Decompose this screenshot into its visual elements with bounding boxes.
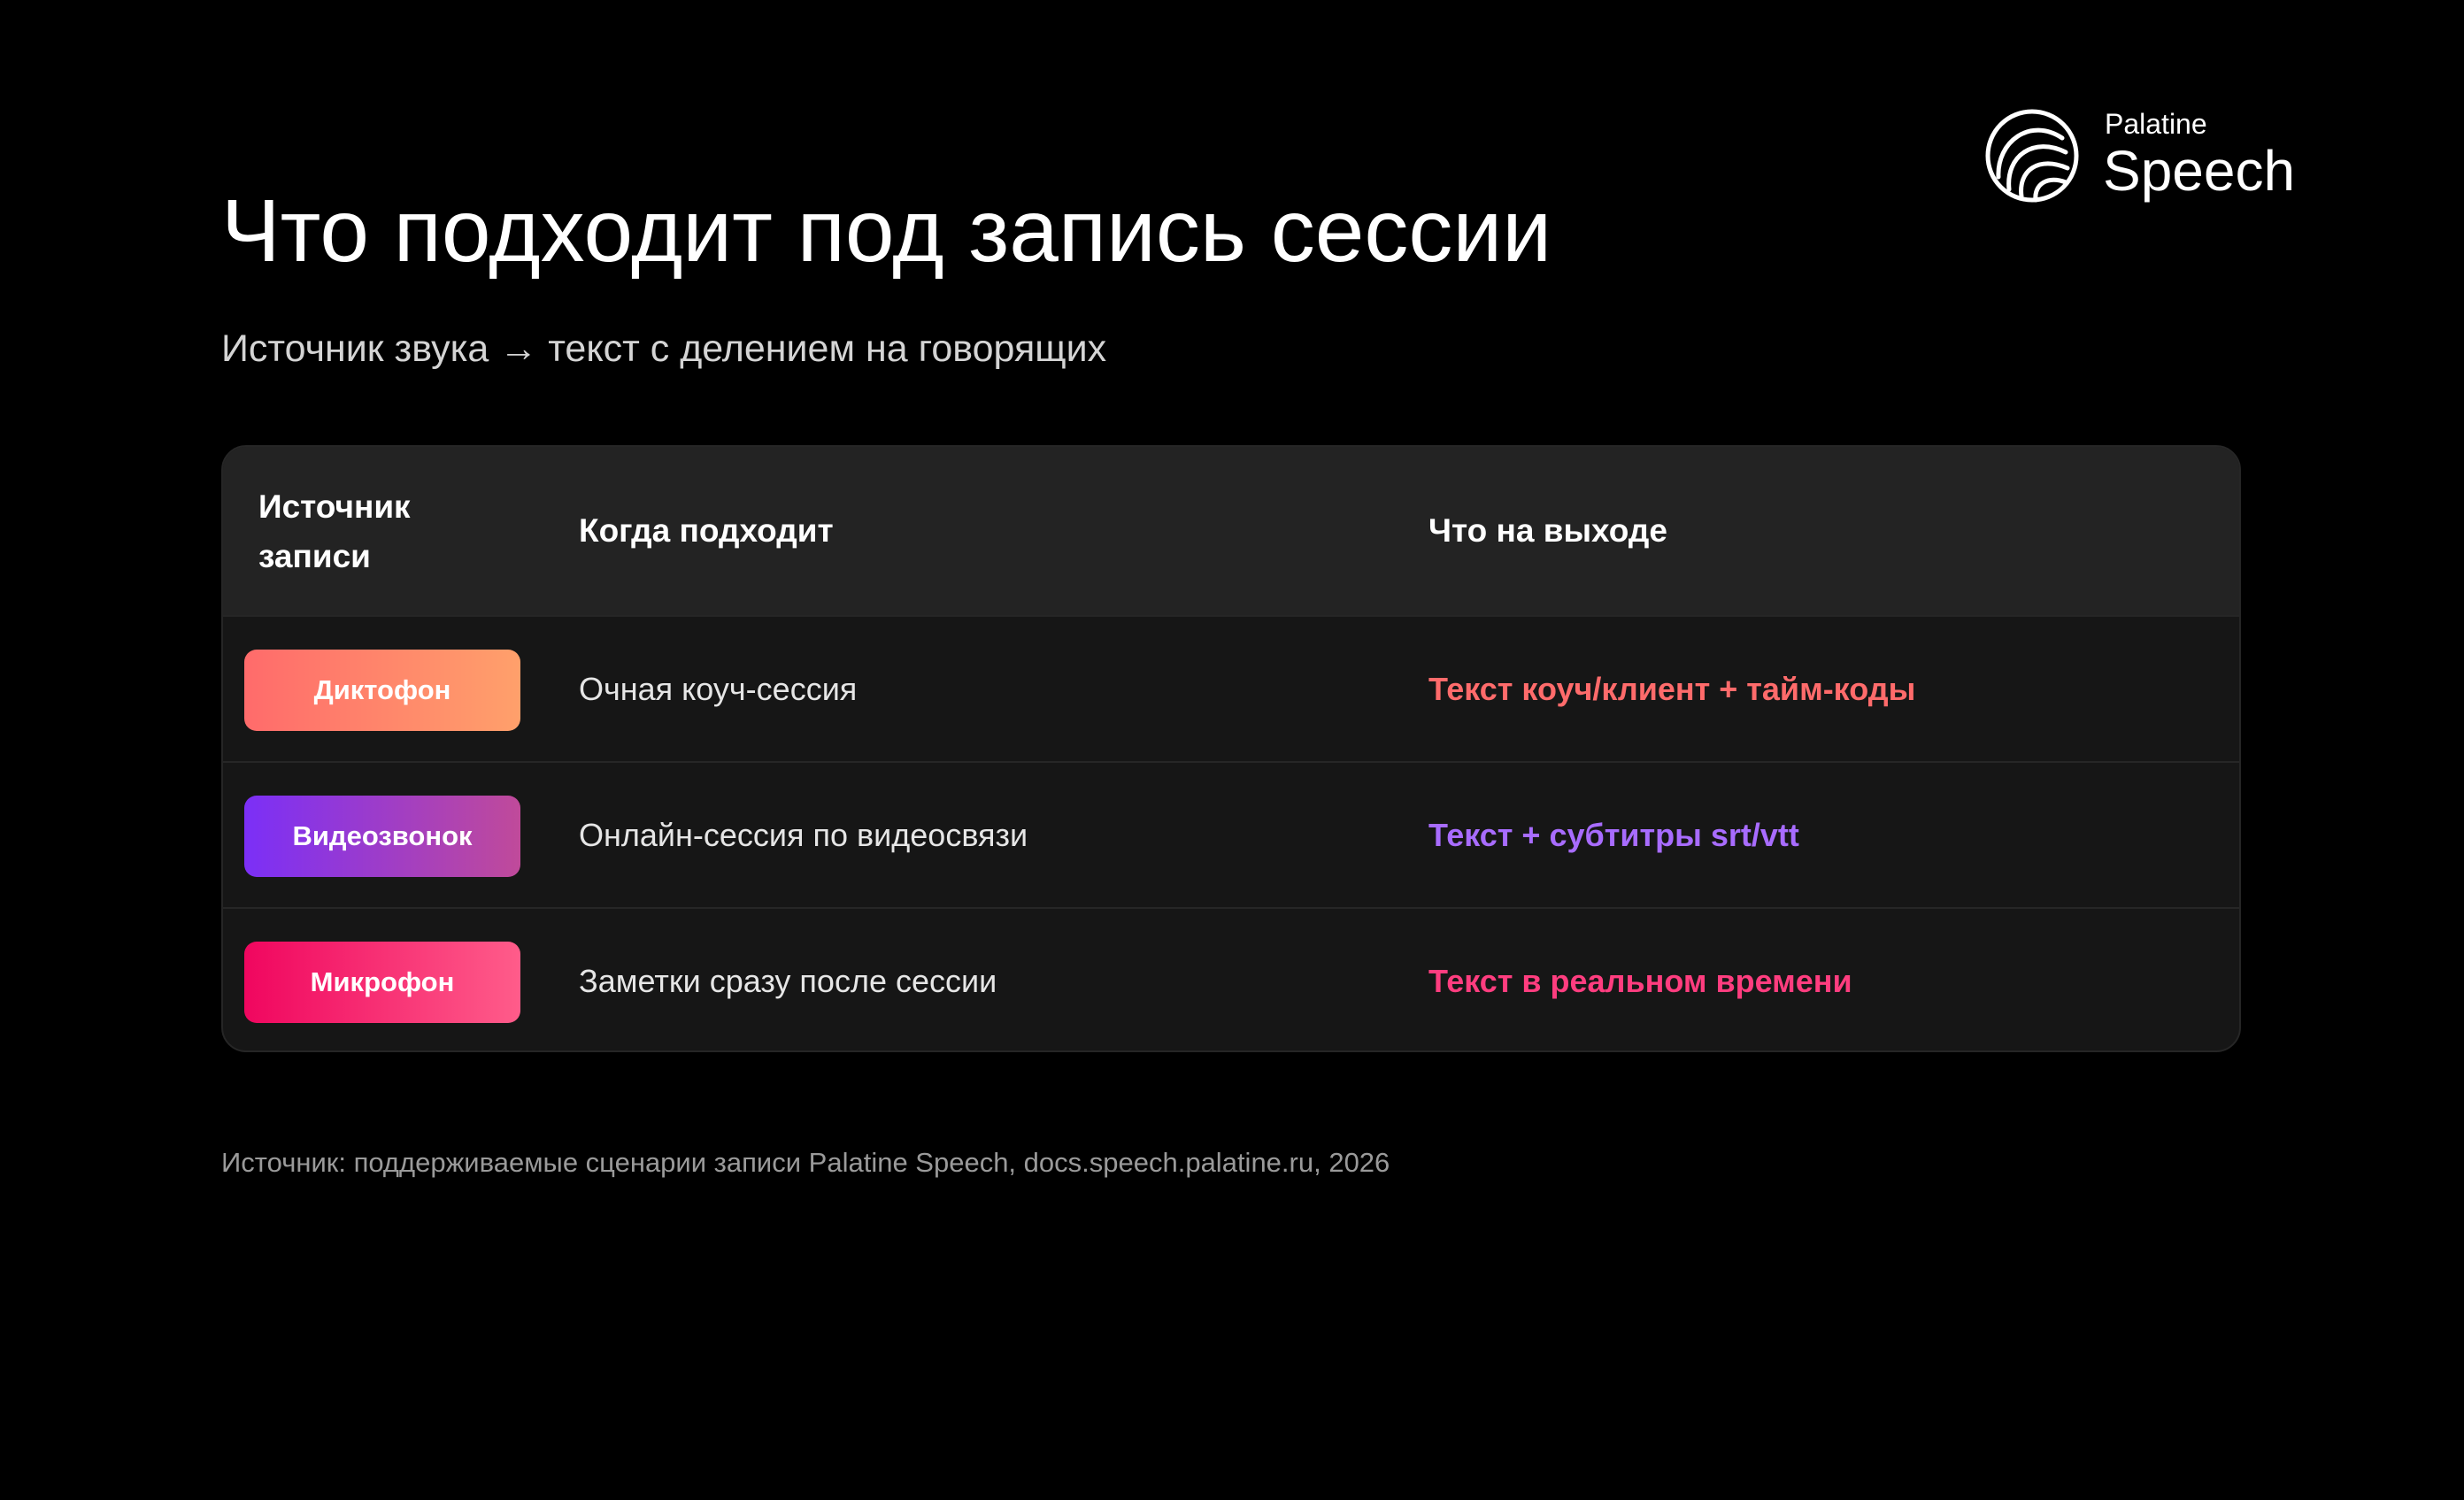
output-cell: Текст в реальном времени [1428, 963, 1852, 999]
when-cell: Онлайн-сессия по видеосвязи [579, 817, 1028, 853]
when-cell: Заметки сразу после сессии [579, 963, 997, 999]
logo-big-text: Speech [2103, 139, 2296, 203]
table-row: Видеозвонок Онлайн-сессия по видеосвязи … [223, 761, 2239, 906]
table-row: Микрофон Заметки сразу после сессии Текс… [223, 907, 2239, 1050]
source-footnote: Источник: поддерживаемые сценарии записи… [221, 1147, 1390, 1178]
source-badge-videocall: Видеозвонок [244, 796, 520, 877]
palatine-speech-logo-icon [1985, 109, 2079, 203]
output-cell: Текст + субтитры srt/vtt [1428, 817, 1799, 853]
when-cell: Очная коуч-сессия [579, 671, 858, 707]
page-title: Что подходит под запись сессии [221, 181, 1552, 281]
output-cell: Текст коуч/клиент + тайм-коды [1428, 671, 1916, 707]
brand-logo: Palatine Speech [1984, 104, 2303, 204]
table-row: Диктофон Очная коуч-сессия Текст коуч/кл… [223, 615, 2239, 760]
header-source: Источник записи [258, 488, 411, 574]
source-badge-microphone: Микрофон [244, 942, 520, 1023]
page-subtitle: Источник звука → текст с делением на гов… [221, 327, 1107, 370]
logo-small-text: Palatine [2105, 108, 2207, 140]
recording-sources-table: Источник записи Когда подходит Что на вы… [221, 445, 2241, 1052]
header-output: Что на выходе [1428, 512, 1667, 549]
table-header: Источник записи Когда подходит Что на вы… [223, 447, 2239, 615]
source-badge-dictaphone: Диктофон [244, 650, 520, 731]
header-when: Когда подходит [579, 512, 834, 549]
